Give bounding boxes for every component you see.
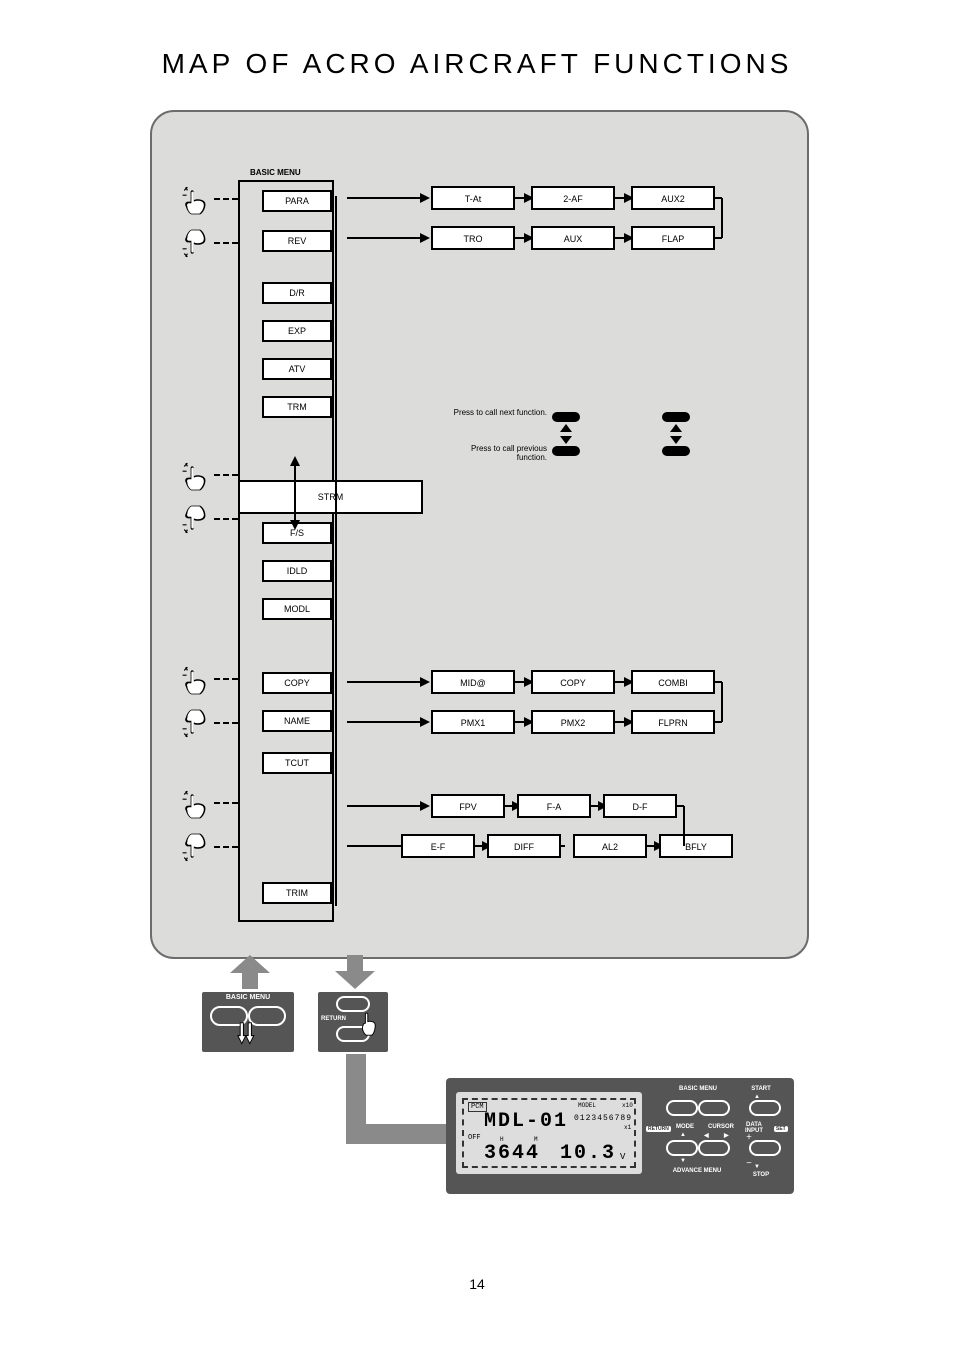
hand-marker xyxy=(180,460,214,492)
svg-text:DIFF: DIFF xyxy=(514,842,534,852)
lcd-digits: 0123456789 xyxy=(574,1114,632,1123)
svg-text:PMX1: PMX1 xyxy=(461,718,486,728)
press-down-icon xyxy=(180,504,214,536)
col1-item: EXP xyxy=(262,320,332,342)
lbl-mode: MODE xyxy=(676,1124,694,1130)
spine-arrows xyxy=(280,448,310,538)
return-keypad: RETURN xyxy=(318,992,388,1052)
diagram-panel: BASIC MENU PARAREVD/REXPATVTRMF/SIDLDMOD… xyxy=(150,110,809,959)
col1-title: BASIC MENU xyxy=(250,168,301,177)
page-title: MAP OF ACRO AIRCRAFT FUNCTIONS xyxy=(0,48,954,80)
lcd-line2a: 3644 xyxy=(484,1142,540,1165)
svg-text:AUX: AUX xyxy=(564,234,583,244)
arrow-down-from-return xyxy=(335,955,375,990)
lbl-set: SET xyxy=(774,1126,788,1132)
lbl-return: RETURN xyxy=(646,1126,671,1132)
legend-bot: Press to call previous function. xyxy=(452,444,547,462)
col1-wide: STRM xyxy=(238,480,423,514)
dash-leader xyxy=(214,474,238,476)
lcd-x10: x10 xyxy=(622,1102,633,1109)
basic-menu-keypad-title: BASIC MENU xyxy=(202,994,294,1001)
lbl-start: START xyxy=(746,1086,776,1092)
svg-text:FPV: FPV xyxy=(459,802,477,812)
lcd-off: OFF xyxy=(468,1134,481,1142)
lbl-advance: ADVANCE MENU xyxy=(664,1168,730,1174)
svg-text:FLAP: FLAP xyxy=(662,234,685,244)
lcd-line2b: 10.3 xyxy=(560,1142,616,1165)
col1-item: ATV xyxy=(262,358,332,380)
col1-item: TRM xyxy=(262,396,332,418)
lcd-line1: MDL-01 xyxy=(484,1110,568,1133)
lcd-screen: PCM OFF MDL-01 MODEL 0123456789 x10 x1 H… xyxy=(456,1092,642,1174)
svg-text:FLPRN: FLPRN xyxy=(658,718,688,728)
svg-text:AL2: AL2 xyxy=(602,842,618,852)
lcd-x1: x1 xyxy=(624,1124,631,1131)
legend-top: Press to call next function. xyxy=(452,408,547,417)
svg-text:D-F: D-F xyxy=(633,802,648,812)
svg-text:F-A: F-A xyxy=(547,802,562,812)
svg-text:PMX2: PMX2 xyxy=(561,718,586,728)
svg-text:COPY: COPY xyxy=(560,678,586,688)
svg-text:MID@: MID@ xyxy=(460,678,486,688)
lcd-v: V xyxy=(620,1152,625,1162)
svg-text:2-AF: 2-AF xyxy=(563,194,583,204)
page-number: 14 xyxy=(0,1276,954,1292)
page-root: MAP OF ACRO AIRCRAFT FUNCTIONS BASIC MEN… xyxy=(0,0,954,1348)
transmitter-panel: PCM OFF MDL-01 MODEL 0123456789 x10 x1 H… xyxy=(446,1078,794,1194)
lbl-cursor: CURSOR xyxy=(708,1124,734,1130)
flow-block: T-At 2-AF AUX2 TRO AUX FLAP xyxy=(152,180,807,290)
press-up-icon xyxy=(180,460,214,492)
svg-text:BFLY: BFLY xyxy=(685,842,707,852)
flow-block-c: FPV F-A D-F E-F DIFF AL2 BFLY xyxy=(152,788,807,908)
basic-menu-keypad: BASIC MENU xyxy=(202,992,294,1052)
two-finger-press-icon xyxy=(228,1018,262,1050)
lbl-basic: BASIC MENU xyxy=(668,1086,728,1092)
button-cluster: BASIC MENU START ▲ RETURN MODE CURSOR DA… xyxy=(650,1086,790,1186)
single-press-icon xyxy=(354,1008,388,1040)
return-keypad-title: RETURN xyxy=(321,1016,346,1022)
svg-text:AUX2: AUX2 xyxy=(661,194,685,204)
lbl-stop: STOP xyxy=(746,1172,776,1178)
svg-text:COMBI: COMBI xyxy=(658,678,688,688)
flow-block: MID@ COPY COMBI PMX1 PMX2 FLPRN xyxy=(152,664,807,774)
col1-item: MODL xyxy=(262,598,332,620)
svg-text:T-At: T-At xyxy=(465,194,482,204)
dash-leader xyxy=(214,518,238,520)
svg-text:E-F: E-F xyxy=(431,842,446,852)
col1-item: IDLD xyxy=(262,560,332,582)
hand-marker xyxy=(180,504,214,536)
arrow-up-to-basic xyxy=(230,955,270,990)
svg-text:TRO: TRO xyxy=(464,234,483,244)
lcd-model: MODEL xyxy=(578,1102,596,1109)
